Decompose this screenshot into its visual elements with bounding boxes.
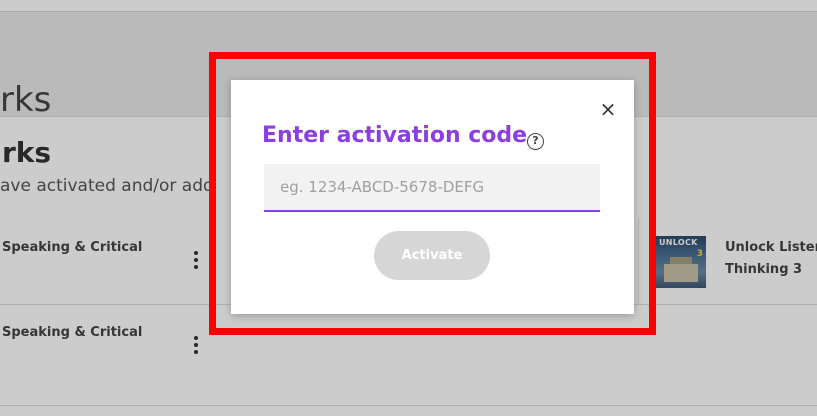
close-icon[interactable]: × <box>598 98 618 120</box>
help-icon[interactable]: ? <box>527 133 544 150</box>
activation-code-dialog: × Enter activation code ? Activate <box>231 80 634 314</box>
activate-button[interactable]: Activate <box>374 231 490 280</box>
activation-code-input[interactable] <box>264 164 600 212</box>
dialog-title: Enter activation code <box>262 123 528 148</box>
